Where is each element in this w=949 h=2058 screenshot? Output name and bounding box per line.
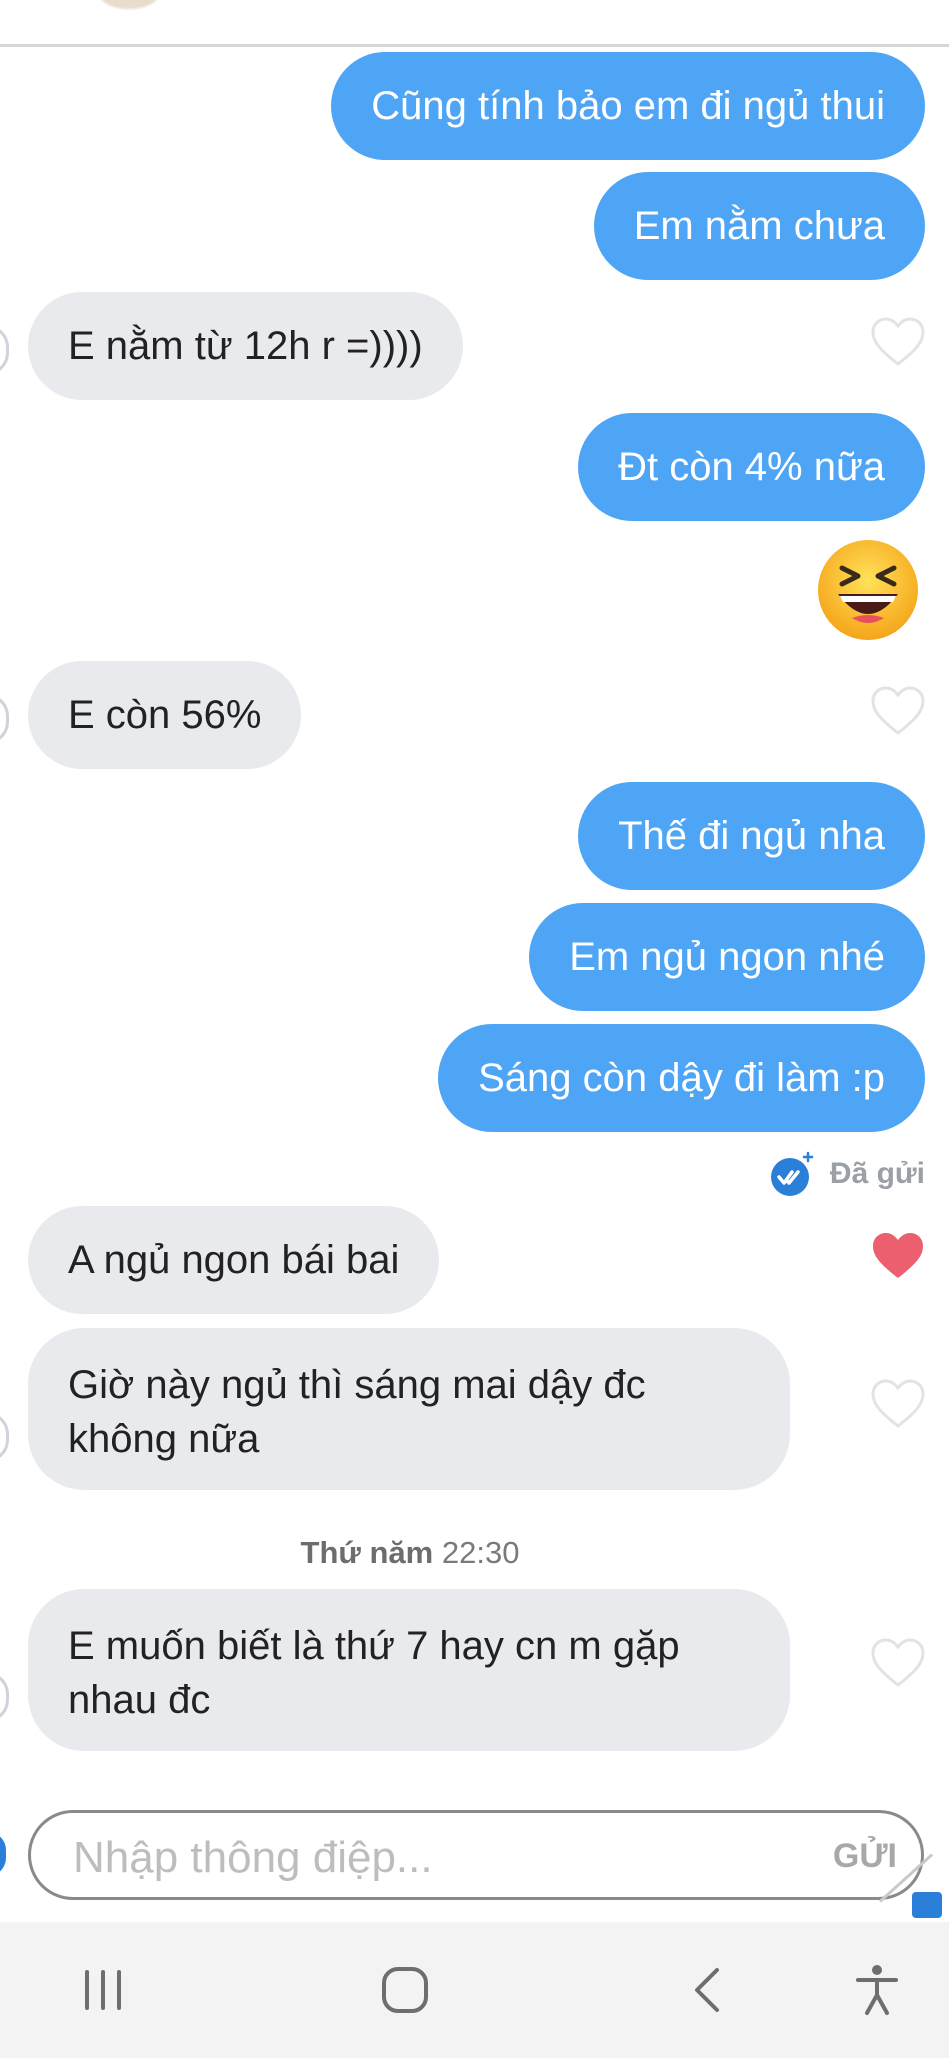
sent-status: Đã gửi bbox=[770, 1150, 925, 1198]
message-bubble-outgoing[interactable]: Em nằm chưa bbox=[593, 172, 925, 280]
message-text: E muốn biết là thứ 7 hay cn m gặp nhau đ… bbox=[68, 1624, 680, 1722]
double-check-badge-icon bbox=[770, 1151, 814, 1196]
recent-apps-button[interactable] bbox=[68, 1960, 138, 2020]
message-text: E còn 56% bbox=[68, 693, 262, 737]
message-bubble-outgoing[interactable]: Thế đi ngủ nha bbox=[578, 782, 925, 890]
accessibility-button[interactable] bbox=[842, 1960, 912, 2020]
message-text: Cũng tính bảo em đi ngủ thui bbox=[371, 84, 885, 128]
contact-avatar-edge bbox=[0, 325, 9, 375]
lock-badge-icon[interactable] bbox=[912, 1892, 942, 1918]
heart-filled-icon[interactable] bbox=[870, 1230, 926, 1282]
message-bubble-incoming[interactable]: E còn 56% bbox=[28, 661, 302, 769]
contact-avatar-edge bbox=[0, 1412, 9, 1462]
heart-outline-icon[interactable] bbox=[870, 685, 926, 737]
contact-avatar-edge bbox=[0, 694, 9, 744]
message-bubble-incoming[interactable]: Giờ này ngủ thì sáng mai dậy đc không nữ… bbox=[28, 1328, 790, 1490]
heart-outline-icon[interactable] bbox=[870, 1637, 926, 1689]
message-text: Em ngủ ngon nhé bbox=[569, 935, 885, 979]
date-divider: Thứ năm 22:30 bbox=[0, 1535, 820, 1571]
send-button[interactable]: GỬI bbox=[833, 1837, 897, 1876]
contact-avatar[interactable] bbox=[96, 0, 162, 10]
accessibility-icon bbox=[856, 1965, 898, 2015]
message-text: Sáng còn dậy đi làm :p bbox=[478, 1056, 885, 1100]
message-bubble-incoming[interactable]: E nằm từ 12h r =)))) bbox=[28, 292, 463, 400]
message-composer: GỬI bbox=[28, 1810, 924, 1900]
recent-apps-icon bbox=[85, 1970, 121, 2010]
message-bubble-outgoing[interactable]: Đt còn 4% nữa bbox=[578, 413, 925, 521]
message-bubble-incoming[interactable]: A ngủ ngon bái bai bbox=[28, 1206, 440, 1314]
home-icon bbox=[382, 1967, 428, 2013]
message-text: E nằm từ 12h r =)))) bbox=[68, 324, 423, 368]
back-button[interactable] bbox=[672, 1960, 742, 2020]
home-button[interactable] bbox=[370, 1960, 440, 2020]
divider-day: Thứ năm bbox=[300, 1535, 434, 1570]
heart-outline-icon[interactable] bbox=[870, 1378, 926, 1430]
message-bubble-outgoing[interactable]: Cũng tính bảo em đi ngủ thui bbox=[331, 52, 925, 160]
divider-time: 22:30 bbox=[441, 1535, 520, 1570]
message-bubble-outgoing[interactable]: Sáng còn dậy đi làm :p bbox=[438, 1024, 925, 1132]
message-text: Em nằm chưa bbox=[633, 204, 885, 248]
message-input[interactable] bbox=[71, 1831, 775, 1885]
sent-label: Đã gửi bbox=[829, 1157, 925, 1190]
composer-side-indicator bbox=[0, 1832, 6, 1876]
back-icon bbox=[695, 1968, 719, 2012]
message-text: Giờ này ngủ thì sáng mai dậy đc không nữ… bbox=[68, 1363, 646, 1461]
message-bubble-outgoing[interactable]: Em ngủ ngon nhé bbox=[529, 903, 925, 1011]
chat-header bbox=[0, 0, 949, 47]
laughing-squinting-face-icon[interactable] bbox=[816, 538, 920, 642]
message-text: A ngủ ngon bái bai bbox=[68, 1238, 400, 1282]
contact-avatar-edge bbox=[0, 1672, 9, 1722]
system-navigation-bar bbox=[0, 1922, 949, 2058]
message-bubble-incoming[interactable]: E muốn biết là thứ 7 hay cn m gặp nhau đ… bbox=[28, 1589, 790, 1751]
message-text: Đt còn 4% nữa bbox=[618, 445, 885, 489]
message-text: Thế đi ngủ nha bbox=[618, 814, 885, 858]
heart-outline-icon[interactable] bbox=[870, 316, 926, 368]
